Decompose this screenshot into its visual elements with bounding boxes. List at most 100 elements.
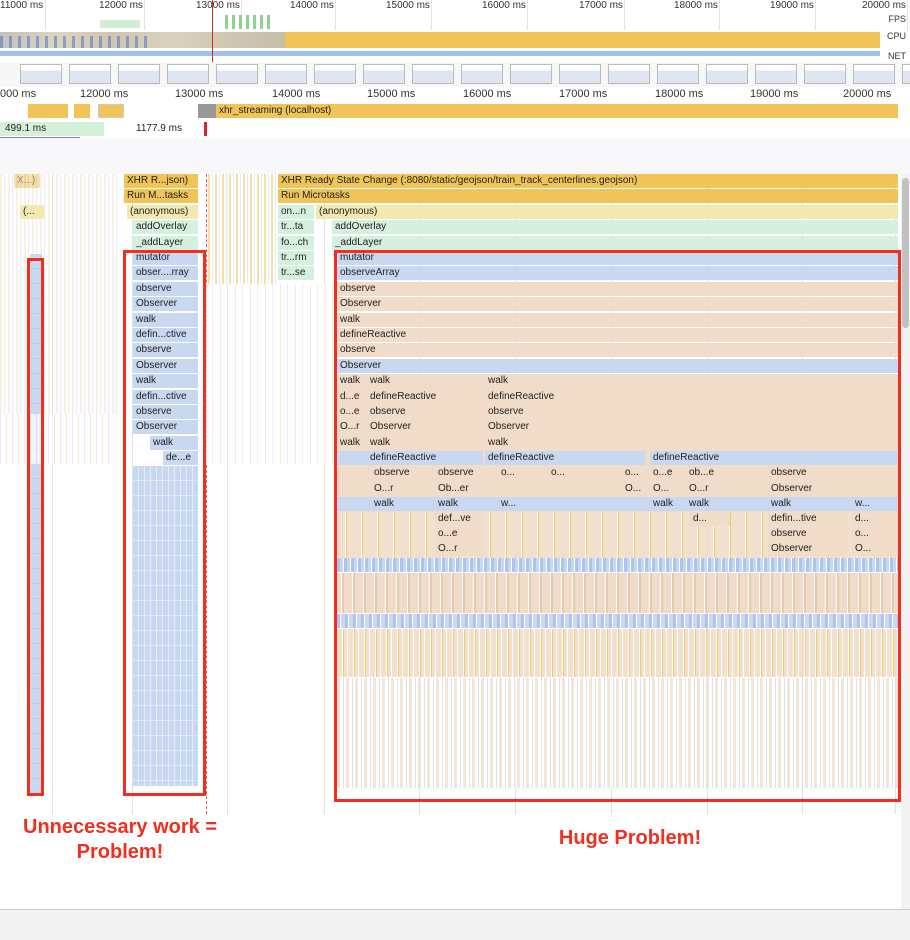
between-noise [208,174,276,284]
ruler-tick: 12000 ms [80,88,129,100]
ruler-tick: 13000 ms [175,88,224,100]
filmstrip-frame[interactable] [755,64,797,84]
mid-addlayer[interactable]: _addLayer [133,236,198,250]
overview-tick: 15000 ms [386,0,430,11]
bottom-panel [0,909,910,940]
filmstrip-frame[interactable] [461,64,503,84]
overview-tick: 20000 ms [862,0,906,11]
frames-track: 499.1 ms 1177.9 ms [0,120,910,138]
main-xhr-ready-state[interactable]: XHR Ready State Change (:8080/static/geo… [278,174,898,188]
narrow-onload[interactable]: on...n [278,205,314,219]
filmstrip-frame[interactable] [265,64,307,84]
narrow-foreach[interactable]: fo...ch [278,236,314,250]
main-addoverlay[interactable]: addOverlay [332,220,898,234]
ruler-tick: 18000 ms [655,88,704,100]
main-addlayer[interactable]: _addLayer [332,236,898,250]
cpu-chart-spikes [0,36,150,48]
annotation-huge-problem: Huge Problem! [558,827,702,849]
cpu-label: CPU [886,31,906,41]
overview-tick: 11000 ms [0,0,44,11]
fps-marks [225,15,270,29]
filmstrip-frame[interactable] [657,64,699,84]
filmstrip-frame[interactable] [118,64,160,84]
overview-tick: 17000 ms [579,0,623,11]
overview-tick: 13000 ms [196,0,240,11]
narrow-tr-se[interactable]: tr...se [278,266,314,280]
frame-red-marker [204,122,207,136]
overview-gridline [815,0,816,30]
net-label: NET [888,51,906,61]
annotation-line-1: Unnecessary work = [23,816,217,838]
main-anonymous[interactable]: (anonymous) [316,205,898,219]
mid-anonymous[interactable]: (anonymous) [127,205,198,219]
mid-xhr-block[interactable]: XHR R...json) [124,174,198,188]
overview-gridline [907,0,908,30]
ruler-tick: 000 ms [0,88,37,100]
overview-gridline [144,0,145,30]
filmstrip-frame[interactable] [608,64,650,84]
screenshot-filmstrip[interactable] [0,62,910,88]
network-request-small-3[interactable] [98,104,124,118]
left-anon-short[interactable]: (... [20,205,44,219]
ruler-tick: 16000 ms [463,88,512,100]
network-track: xhr_streaming (localhost) [0,102,910,120]
overview-tick: 14000 ms [290,0,334,11]
annotation-line-2: Problem! [76,841,164,863]
overview-gridline [431,0,432,30]
mid-addoverlay[interactable]: addOverlay [133,220,198,234]
selection-dashed-line [206,174,207,814]
net-lane [0,51,880,56]
left-fringe [0,414,110,464]
filmstrip-frame[interactable] [216,64,258,84]
frame-duration-1[interactable]: 499.1 ms [5,123,46,134]
network-request-small[interactable] [28,104,68,118]
filmstrip-frame[interactable] [412,64,454,84]
overview-gridline [624,0,625,30]
fps-marks-2 [100,20,140,28]
fps-label: FPS [888,14,906,24]
overview-tick: 16000 ms [482,0,526,11]
overview-panel[interactable]: 11000 ms 12000 ms 13000 ms 14000 ms 15000 ms… [0,0,910,90]
overview-gridline [335,0,336,30]
filmstrip-frame[interactable] [363,64,405,84]
mid-run-microtasks[interactable]: Run M...tasks [124,189,198,203]
overview-gridline [527,0,528,30]
filmstrip-frame[interactable] [510,64,552,84]
overview-tick: 18000 ms [674,0,718,11]
overview-tick: 12000 ms [99,0,143,11]
highlight-box-left-narrow [27,258,44,796]
xhr-streaming-request[interactable]: xhr_streaming (localhost) [216,104,898,118]
filmstrip-frame[interactable] [804,64,846,84]
filmstrip-frame[interactable] [902,64,910,84]
highlight-box-left-wide [123,250,206,796]
flame-scrollbar-thumb[interactable] [902,178,909,328]
overview-gridline [719,0,720,30]
highlight-box-right [334,250,901,802]
filmstrip-frame[interactable] [167,64,209,84]
filmstrip-frame[interactable] [559,64,601,84]
ruler-tick: 20000 ms [843,88,892,100]
narrow-tr-ta[interactable]: tr...ta [278,220,314,234]
network-request-small-2[interactable] [74,104,90,118]
frame-duration-2[interactable]: 1177.9 ms [136,123,182,134]
flame-gridline [324,174,325,814]
annotation-unnecessary-work: Unnecessary work = Problem! [0,815,240,865]
ruler-tick: 14000 ms [272,88,321,100]
timeline-ruler[interactable]: 000 ms 12000 ms 13000 ms 14000 ms 15000 ms 16… [0,87,910,103]
mid-fringe [206,284,336,464]
overview-tick: 19000 ms [770,0,814,11]
filmstrip-frame[interactable] [69,64,111,84]
overview-gridline [45,0,46,30]
filmstrip-frame[interactable] [314,64,356,84]
interactions-track [0,138,910,174]
filmstrip-frame[interactable] [853,64,895,84]
main-run-microtasks[interactable]: Run Microtasks [278,189,898,203]
narrow-tr-rm[interactable]: tr...rm [278,251,314,265]
left-noise [0,174,120,414]
filmstrip-frame[interactable] [20,64,62,84]
ruler-tick: 17000 ms [559,88,608,100]
network-request-gray[interactable] [198,104,216,118]
filmstrip-frame[interactable] [706,64,748,84]
ruler-tick: 19000 ms [750,88,799,100]
ruler-tick: 15000 ms [367,88,416,100]
